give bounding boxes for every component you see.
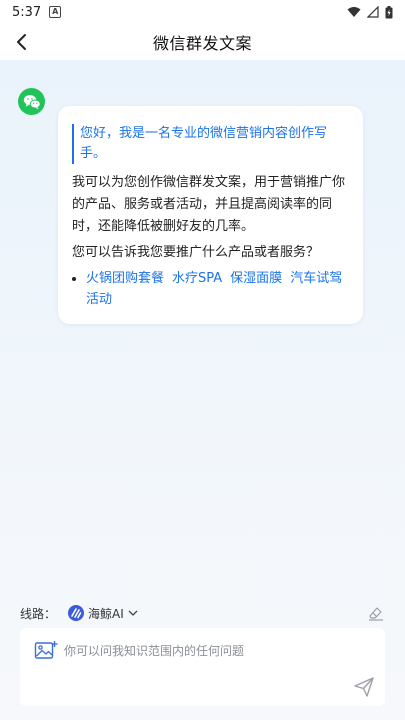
eraser-icon[interactable] xyxy=(367,604,385,622)
haijing-logo-icon xyxy=(68,605,85,621)
prompt-question: 您可以告诉我您要推广什么产品或者服务？ xyxy=(72,245,320,260)
send-icon[interactable] xyxy=(353,676,375,698)
chat-input[interactable] xyxy=(64,640,354,662)
status-time: 5:37 xyxy=(12,4,42,20)
intro-quote: 您好，我是一名专业的微信营销内容创作写手。 xyxy=(72,124,349,164)
status-right xyxy=(347,5,393,19)
top-navigation-bar: 微信群发文案 xyxy=(0,24,405,60)
suggestion-tag-mask[interactable]: 保湿面膜 xyxy=(230,271,282,286)
suggestion-list: 火锅团购套餐水疗SPA保湿面膜汽车试驾活动 xyxy=(72,268,349,310)
route-label: 线路： xyxy=(20,606,57,621)
description-paragraph: 我可以为您创作微信群发文案，用于营销推广你的产品、服务或者活动，并且提高阅读率的… xyxy=(72,175,346,234)
signal-icon xyxy=(367,6,379,18)
route-selected-value: 海鲸AI xyxy=(88,606,124,621)
wifi-icon xyxy=(347,7,361,17)
page-title: 微信群发文案 xyxy=(152,34,252,53)
status-bar: 5:37 A xyxy=(0,0,405,24)
suggestion-tag-spa[interactable]: 水疗SPA xyxy=(172,271,222,286)
wechat-icon xyxy=(23,94,41,109)
route-row: 线路： 海鲸AI xyxy=(20,602,385,624)
status-left: 5:37 A xyxy=(12,4,62,20)
route-selector[interactable]: 海鲸AI xyxy=(68,605,138,622)
image-upload-icon[interactable] xyxy=(34,640,58,662)
chat-input-box xyxy=(20,628,385,706)
chevron-down-icon xyxy=(128,610,138,616)
notification-a-icon: A xyxy=(49,6,62,18)
bot-message-bubble: 您好，我是一名专业的微信营销内容创作写手。 我可以为您创作微信群发文案，用于营销… xyxy=(58,106,363,324)
suggestion-list-item: 火锅团购套餐水疗SPA保湿面膜汽车试驾活动 xyxy=(86,268,349,310)
bot-avatar xyxy=(18,88,45,115)
chevron-left-icon xyxy=(17,34,26,50)
battery-icon xyxy=(385,5,393,18)
suggestion-tag-hotpot[interactable]: 火锅团购套餐 xyxy=(86,271,164,286)
back-button[interactable] xyxy=(8,28,36,56)
